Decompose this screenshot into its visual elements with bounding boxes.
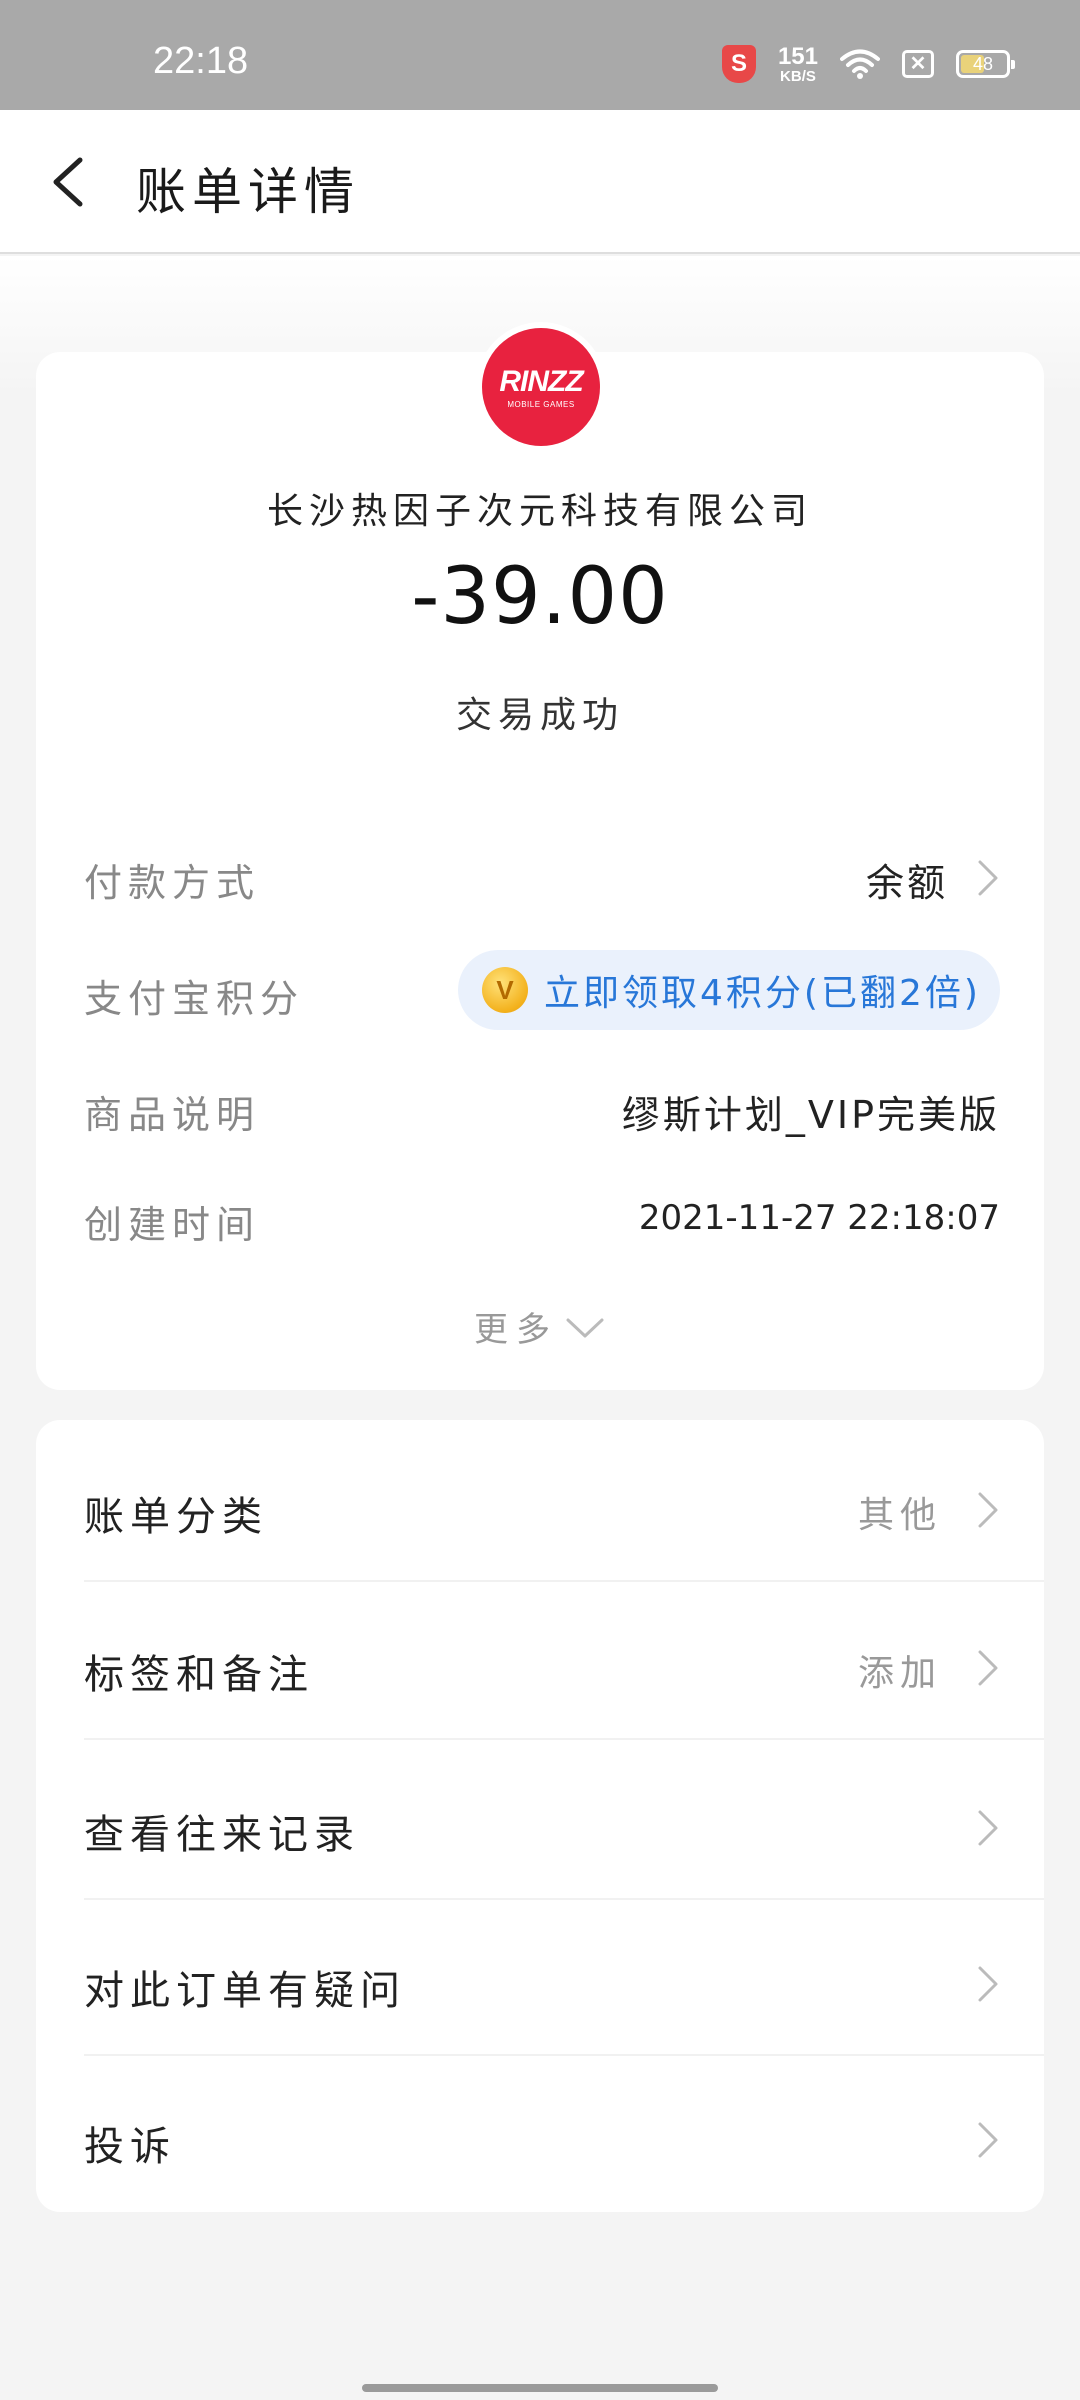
action-label: 查看往来记录 [84, 1812, 360, 1858]
sim-disabled-icon: ✕ [902, 50, 934, 78]
merchant-logo-subtext: MOBILE GAMES [507, 400, 575, 409]
action-complaint[interactable]: 投诉 [84, 2062, 1000, 2212]
payment-method-value: 余额 [865, 861, 948, 905]
action-bill-category[interactable]: 账单分类 其他 [84, 1432, 1044, 1582]
actions-card: 账单分类 其他 标签和备注 添加 查看往来记录 对此订单有疑问 投诉 [36, 1420, 1044, 2212]
transaction-status: 交易成功 [455, 695, 624, 736]
claim-points-button[interactable]: V 立即领取4积分(已翻2倍) [458, 950, 1000, 1030]
back-arrow-icon[interactable] [40, 150, 100, 214]
battery-icon: 48 [956, 50, 1015, 78]
divider [84, 2054, 1044, 2056]
transaction-amount: -39.00 [411, 552, 669, 642]
payment-method-label: 付款方式 [84, 861, 261, 905]
network-speed: 151 KB/S [777, 42, 818, 85]
home-indicator[interactable] [362, 2384, 718, 2392]
merchant-logo-badge: RINZZ MOBILE GAMES [482, 328, 600, 446]
chevron-right-icon [976, 1648, 1000, 1688]
action-order-question[interactable]: 对此订单有疑问 [84, 1906, 1044, 2056]
divider [84, 1738, 1044, 1740]
network-speed-value: 151 [777, 42, 818, 70]
action-label: 标签和备注 [84, 1652, 314, 1698]
more-label: 更多 [474, 1310, 558, 1350]
action-view-history[interactable]: 查看往来记录 [84, 1750, 1044, 1900]
chevron-right-icon [976, 1808, 1000, 1848]
network-speed-unit: KB/S [780, 67, 816, 85]
bill-detail-card: RINZZ MOBILE GAMES 长沙热因子次元科技有限公司 -39.00 … [36, 322, 1044, 1390]
created-time-value: 2021-11-27 22:18:07 [638, 1198, 1000, 1238]
created-time-row: 创建时间 2021-11-27 22:18:07 [84, 1188, 1000, 1248]
payment-method-row[interactable]: 付款方式 余额 [84, 846, 1000, 906]
status-bar: 22:18 S 151 KB/S ✕ 48 [0, 0, 1080, 110]
more-button[interactable]: 更多 [36, 1302, 1044, 1351]
created-time-label: 创建时间 [84, 1203, 261, 1247]
divider [84, 1898, 1044, 1900]
shield-icon: S [721, 45, 756, 83]
divider [84, 1580, 1044, 1582]
chevron-right-icon [976, 858, 1000, 898]
product-value: 缪斯计划_VIP完美版 [621, 1093, 1000, 1137]
merchant-name: 长沙热因子次元科技有限公司 [266, 491, 813, 532]
action-value: 其他 [857, 1495, 942, 1536]
points-row: 支付宝积分 V 立即领取4积分(已翻2倍) [84, 950, 1000, 1030]
status-time: 22:18 [153, 40, 249, 82]
action-tags-notes[interactable]: 标签和备注 添加 [84, 1590, 1044, 1740]
product-row: 商品说明 缪斯计划_VIP完美版 [84, 1078, 1000, 1138]
product-label: 商品说明 [84, 1093, 261, 1137]
chevron-right-icon [976, 1490, 1000, 1530]
page-title: 账单详情 [136, 163, 360, 221]
action-label: 账单分类 [84, 1494, 268, 1540]
chevron-right-icon [976, 2120, 1000, 2160]
action-value: 添加 [857, 1653, 942, 1694]
chevron-down-icon [566, 1318, 604, 1337]
status-icons: S 151 KB/S ✕ 48 [721, 42, 1015, 85]
claim-points-text: 立即领取4积分(已翻2倍) [544, 973, 981, 1014]
header: 账单详情 [0, 110, 1080, 254]
action-label: 对此订单有疑问 [84, 1968, 406, 2014]
action-label: 投诉 [84, 2124, 176, 2170]
points-coin-icon: V [482, 967, 528, 1013]
wifi-icon [840, 49, 880, 79]
merchant-logo: RINZZ MOBILE GAMES [476, 322, 606, 452]
chevron-right-icon [976, 1964, 1000, 2004]
points-label: 支付宝积分 [84, 977, 305, 1021]
merchant-logo-text: RINZZ [499, 365, 583, 398]
battery-level: 48 [972, 53, 994, 74]
